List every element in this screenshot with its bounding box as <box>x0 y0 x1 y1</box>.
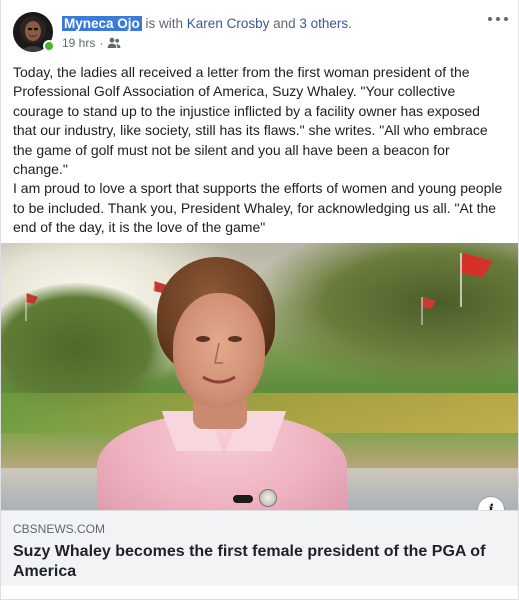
post-paragraph: Today, the ladies all received a letter … <box>13 64 488 178</box>
red-flag-icon <box>421 297 436 325</box>
person-face <box>173 293 265 407</box>
others-link[interactable]: 3 others <box>299 16 348 31</box>
link-title[interactable]: Suzy Whaley becomes the first female pre… <box>13 542 503 582</box>
post-headline: Myneca Ojo is with Karen Crosby and 3 ot… <box>62 15 352 32</box>
red-flag-icon <box>25 293 38 321</box>
author-avatar-wrap[interactable] <box>13 12 55 52</box>
link-preview-image[interactable]: i <box>1 243 518 510</box>
link-domain: CBSNEWS.COM <box>13 522 106 536</box>
online-status-indicator <box>43 40 55 52</box>
end-text: . <box>348 16 352 31</box>
post-header: Myneca Ojo is with Karen Crosby and 3 ot… <box>1 0 518 60</box>
more-options-icon[interactable] <box>488 12 508 26</box>
timestamp-link[interactable]: 19 hrs <box>62 36 95 50</box>
author-name-link[interactable]: Myneca Ojo <box>62 16 142 31</box>
lapel-microphone <box>233 495 253 503</box>
post-paragraph: I am proud to love a sport that supports… <box>13 180 503 236</box>
post-message: Today, the ladies all received a letter … <box>13 63 503 238</box>
red-flag-icon <box>459 253 493 307</box>
post-card: Myneca Ojo is with Karen Crosby and 3 ot… <box>0 0 519 600</box>
tagged-person-link[interactable]: Karen Crosby <box>187 16 270 31</box>
link-preview-card[interactable]: i CBSNEWS.COM Suzy Whaley becomes the fi… <box>1 243 518 586</box>
and-text: and <box>269 16 300 31</box>
post-meta: 19 hrs · <box>62 36 121 50</box>
more-dot <box>488 17 492 21</box>
with-text: is with <box>141 16 187 31</box>
more-dot <box>496 17 500 21</box>
meta-separator: · <box>99 36 104 50</box>
friends-icon[interactable] <box>107 37 121 49</box>
more-dot <box>504 17 508 21</box>
link-preview-info[interactable]: CBSNEWS.COM Suzy Whaley becomes the firs… <box>1 510 518 586</box>
pga-logo-badge <box>259 489 277 507</box>
